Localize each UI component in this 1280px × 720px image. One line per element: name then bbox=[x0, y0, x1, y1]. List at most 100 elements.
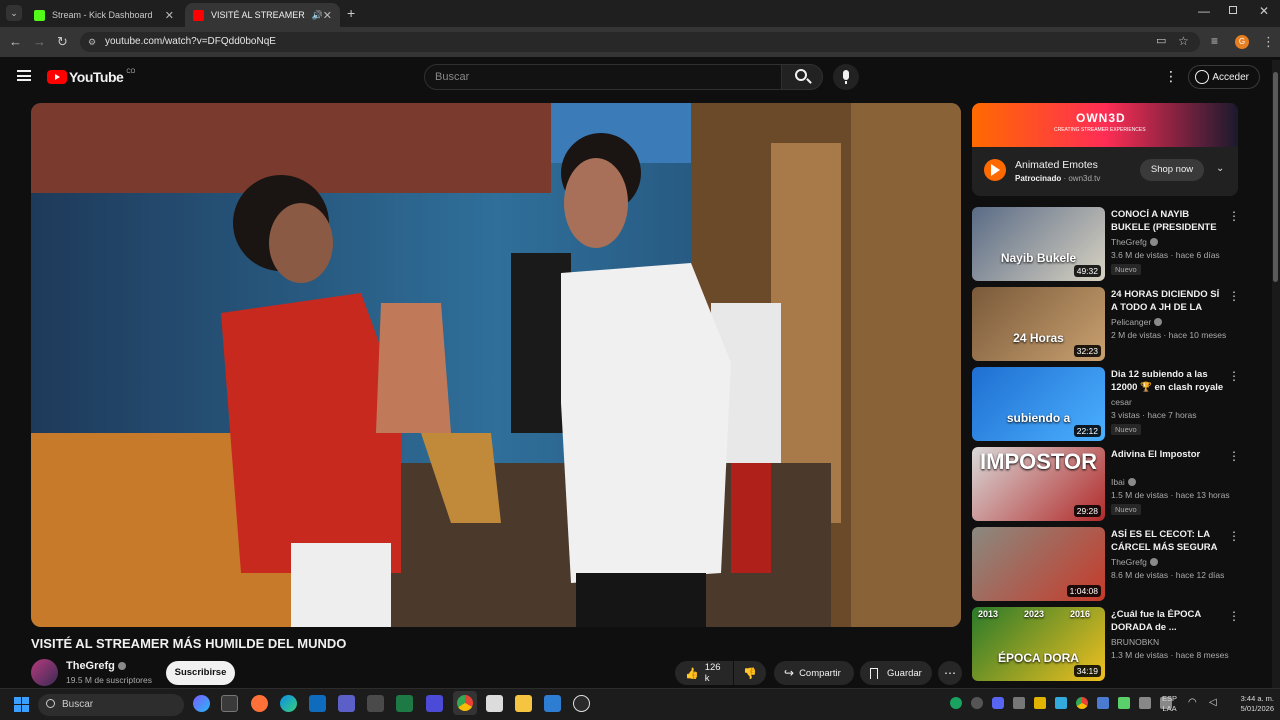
tab-search-dropdown[interactable]: ⌄ bbox=[6, 5, 22, 21]
app-icon[interactable] bbox=[426, 695, 443, 712]
youtube-logo[interactable]: YouTube CO bbox=[47, 69, 135, 85]
ad-shop-now-button[interactable]: Shop now bbox=[1140, 159, 1204, 181]
browser-menu-icon[interactable]: ⋮ bbox=[1262, 35, 1275, 48]
recommended-menu-icon[interactable]: ⋮ bbox=[1228, 289, 1240, 303]
tray-app-icon[interactable] bbox=[971, 697, 983, 709]
video-thumbnail[interactable]: 24 Horas 32:23 bbox=[972, 287, 1105, 361]
recommended-title[interactable]: ¿Cuál fue la ÉPOCA DORADA de ... bbox=[1111, 609, 1227, 634]
calculator-icon[interactable] bbox=[367, 695, 384, 712]
outlook-icon[interactable] bbox=[309, 695, 326, 712]
video-thumbnail[interactable]: subiendo a 22:12 bbox=[972, 367, 1105, 441]
excel-icon[interactable] bbox=[396, 695, 413, 712]
tab-close-icon[interactable]: ✕ bbox=[323, 9, 332, 22]
like-button[interactable]: 👍 126 k bbox=[675, 661, 733, 685]
edge-icon[interactable] bbox=[280, 695, 297, 712]
back-icon[interactable]: ← bbox=[9, 35, 22, 48]
tray-app-icon[interactable] bbox=[1139, 697, 1151, 709]
site-info-icon[interactable]: ⚙ bbox=[88, 32, 96, 52]
recommended-channel[interactable]: Pelicanger bbox=[1111, 317, 1163, 327]
address-bar[interactable]: ⚙ youtube.com/watch?v=DFQdd0boNqE bbox=[80, 32, 1200, 52]
ad-expand-chevron-icon[interactable]: ⌄ bbox=[1216, 163, 1224, 174]
tray-app-icon[interactable] bbox=[1118, 697, 1130, 709]
recommended-channel[interactable]: TheGrefg bbox=[1111, 557, 1158, 567]
recommended-video[interactable]: 1:04:08 ASÍ ES EL CECOT: LA CÁRCEL MÁS SE… bbox=[972, 527, 1252, 601]
tab-close-icon[interactable]: ✕ bbox=[165, 9, 174, 22]
clock[interactable]: 3:44 a. m. 5/01/2026 bbox=[1224, 694, 1274, 714]
forward-icon[interactable]: → bbox=[33, 35, 46, 48]
recommended-menu-icon[interactable]: ⋮ bbox=[1228, 449, 1240, 463]
recommended-channel[interactable]: Ibai bbox=[1111, 477, 1136, 487]
reading-list-icon[interactable]: ≡ bbox=[1211, 35, 1218, 47]
search-input[interactable]: Buscar bbox=[424, 64, 782, 90]
file-explorer-icon[interactable] bbox=[515, 695, 532, 712]
recommended-title[interactable]: Dia 12 subiendo a las 12000 🏆 en clash r… bbox=[1111, 369, 1227, 394]
new-tab-button[interactable]: + bbox=[347, 5, 355, 21]
minimize-icon[interactable]: — bbox=[1198, 4, 1210, 18]
reload-icon[interactable]: ↻ bbox=[57, 35, 68, 48]
wifi-icon[interactable]: ◠ bbox=[1188, 697, 1197, 708]
subscribe-button[interactable]: Suscribirse bbox=[166, 661, 235, 685]
ad-card[interactable]: OWN3D CREATING STREAMER EXPERIENCES Anim… bbox=[972, 103, 1238, 196]
recommended-title[interactable]: 24 HORAS DICIENDO SÍ A TODO A JH DE LA C… bbox=[1111, 289, 1227, 315]
settings-menu-icon[interactable]: ⋮ bbox=[1164, 68, 1178, 85]
save-button[interactable]: Guardar bbox=[860, 661, 932, 685]
store-icon[interactable] bbox=[221, 695, 238, 712]
hamburger-menu-icon[interactable] bbox=[17, 70, 31, 81]
video-thumbnail[interactable]: ÉPOCA DORA 34:19 2013 2023 2016 bbox=[972, 607, 1105, 681]
more-actions-button[interactable]: ⋯ bbox=[938, 661, 962, 685]
page-scrollbar-thumb[interactable] bbox=[1273, 72, 1278, 282]
restore-icon[interactable] bbox=[1229, 6, 1237, 14]
tray-app-icon[interactable] bbox=[1055, 697, 1067, 709]
recommended-video[interactable]: subiendo a 22:12 Dia 12 subiendo a las 120… bbox=[972, 367, 1252, 441]
copilot-icon[interactable] bbox=[193, 695, 210, 712]
recommended-title[interactable]: CONOCÍ A NAYIB BUKELE (PRESIDENTE DE EL … bbox=[1111, 209, 1227, 235]
video-thumbnail[interactable]: 1:04:08 bbox=[972, 527, 1105, 601]
recommended-channel[interactable]: TheGrefg bbox=[1111, 237, 1158, 247]
recommended-menu-icon[interactable]: ⋮ bbox=[1228, 369, 1240, 383]
tray-app-icon[interactable] bbox=[1076, 697, 1088, 709]
obs-icon[interactable] bbox=[573, 695, 590, 712]
notepad-icon[interactable] bbox=[486, 695, 503, 712]
volume-icon[interactable]: ◁ bbox=[1209, 697, 1217, 708]
signin-button[interactable]: Acceder bbox=[1188, 65, 1260, 89]
taskbar-search-input[interactable]: Buscar bbox=[38, 694, 184, 716]
tab-youtube-video[interactable]: VISITÉ AL STREAMER MÁS I 🔊 ✕ bbox=[185, 3, 340, 27]
recommended-channel[interactable]: BRUNOBKN bbox=[1111, 637, 1159, 647]
tray-app-icon[interactable] bbox=[1013, 697, 1025, 709]
tray-app-icon[interactable] bbox=[950, 697, 962, 709]
share-button[interactable]: ↪ Compartir bbox=[774, 661, 854, 685]
ad-banner[interactable]: OWN3D CREATING STREAMER EXPERIENCES bbox=[972, 103, 1238, 147]
cast-icon[interactable]: ▭ bbox=[1156, 36, 1166, 47]
channel-name[interactable]: TheGrefg bbox=[66, 660, 126, 672]
voice-search-button[interactable] bbox=[833, 64, 859, 90]
channel-avatar[interactable] bbox=[31, 659, 58, 686]
profile-avatar[interactable]: G bbox=[1235, 35, 1249, 49]
app2-icon[interactable] bbox=[544, 695, 561, 712]
recommended-video[interactable]: 24 Horas 32:23 24 HORAS DICIENDO SÍ A TODO… bbox=[972, 287, 1252, 361]
recommended-menu-icon[interactable]: ⋮ bbox=[1228, 609, 1240, 623]
recommended-title[interactable]: Adivina El Impostor bbox=[1111, 449, 1227, 462]
recommended-channel[interactable]: cesar bbox=[1111, 397, 1132, 407]
tray-app-icon[interactable] bbox=[1034, 697, 1046, 709]
video-thumbnail[interactable]: Nayib Bukele 49:32 bbox=[972, 207, 1105, 281]
language-indicator[interactable]: ESP LAA bbox=[1162, 694, 1177, 714]
recommended-video[interactable]: IMPOSTOR 29:28 Adivina El Impostor Ibai 1.5 … bbox=[972, 447, 1252, 521]
bookmark-star-icon[interactable]: ☆ bbox=[1178, 35, 1189, 47]
recommended-video[interactable]: ÉPOCA DORA 34:19 2013 2023 2016 ¿Cuál fue la … bbox=[972, 607, 1252, 681]
audio-playing-icon[interactable]: 🔊 bbox=[312, 10, 323, 21]
shield-icon[interactable] bbox=[1097, 697, 1109, 709]
chrome-active-app[interactable] bbox=[453, 691, 477, 715]
search-button[interactable] bbox=[781, 64, 823, 90]
windows-start-icon[interactable] bbox=[14, 697, 29, 712]
discord-icon[interactable] bbox=[992, 697, 1004, 709]
close-window-icon[interactable]: ✕ bbox=[1259, 4, 1269, 18]
firefox-icon[interactable] bbox=[251, 695, 268, 712]
recommended-menu-icon[interactable]: ⋮ bbox=[1228, 529, 1240, 543]
video-player[interactable] bbox=[31, 103, 961, 627]
recommended-title[interactable]: ASÍ ES EL CECOT: LA CÁRCEL MÁS SEGURA D.… bbox=[1111, 529, 1227, 555]
video-thumbnail[interactable]: IMPOSTOR 29:28 bbox=[972, 447, 1105, 521]
teams-icon[interactable] bbox=[338, 695, 355, 712]
dislike-button[interactable]: 👎 bbox=[734, 661, 766, 685]
tab-kick-dashboard[interactable]: Stream - Kick Dashboard ✕ bbox=[26, 3, 182, 27]
recommended-video[interactable]: Nayib Bukele 49:32 CONOCÍ A NAYIB BUKELE (… bbox=[972, 207, 1252, 281]
